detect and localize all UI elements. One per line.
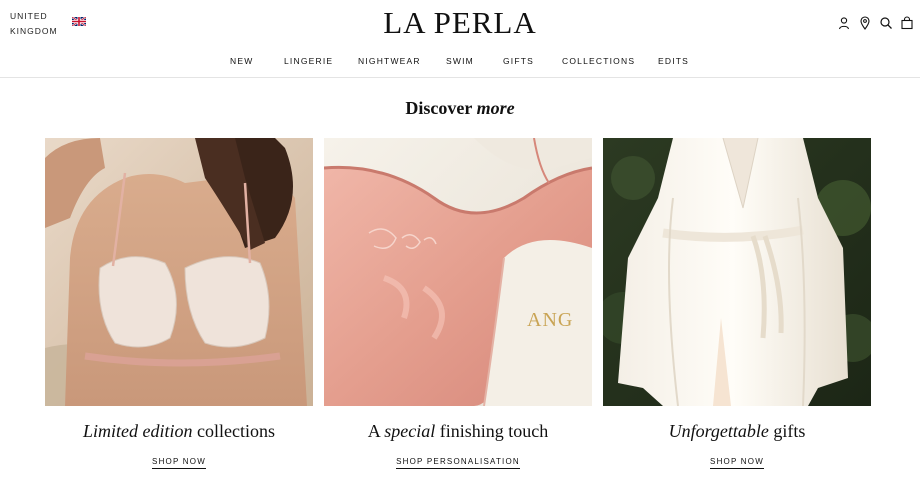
nav-item-gifts[interactable]: GIFTS	[503, 56, 534, 66]
nav-item-swim[interactable]: SWIM	[446, 56, 474, 66]
search-icon[interactable]	[879, 16, 893, 30]
section-title-plain: Discover	[405, 98, 477, 118]
card-caption-plain: collections	[192, 421, 275, 441]
section-title: Discover more	[0, 98, 920, 119]
card-caption-prefix: A	[367, 421, 385, 441]
card-caption-italic: Unforgettable	[668, 421, 769, 441]
nav-item-edits[interactable]: EDITS	[658, 56, 689, 66]
card-caption-plain: gifts	[768, 421, 806, 441]
site-header: UNITED KINGDOM LA PERLA NEW LINGERIE NIG	[0, 0, 920, 78]
silk-robe-image[interactable]	[603, 138, 871, 406]
promo-card-personalisation: ANG A special finishing touch SHOP PERSO…	[324, 138, 592, 469]
embroidery-text: ANG	[527, 309, 573, 331]
shop-personalisation-link[interactable]: SHOP PERSONALISATION	[396, 457, 520, 469]
card-caption-italic: Limited edition	[83, 421, 193, 441]
nav-item-collections[interactable]: COLLECTIONS	[562, 56, 635, 66]
card-caption-italic: special	[384, 421, 436, 441]
account-icon[interactable]	[837, 16, 851, 30]
nav-item-nightwear[interactable]: NIGHTWEAR	[358, 56, 421, 66]
shop-now-link[interactable]: SHOP NOW	[710, 457, 764, 469]
bag-icon[interactable]	[900, 16, 914, 30]
lingerie-image[interactable]	[45, 138, 313, 406]
brand-logo[interactable]: LA PERLA	[0, 4, 920, 42]
shop-now-link[interactable]: SHOP NOW	[152, 457, 206, 469]
promo-card-collections: Limited edition collections SHOP NOW	[45, 138, 313, 469]
silk-camisole-image[interactable]: ANG	[324, 138, 592, 406]
nav-item-new[interactable]: NEW	[230, 56, 253, 66]
store-locator-icon[interactable]	[858, 16, 872, 30]
promo-card-gifts: Unforgettable gifts SHOP NOW	[603, 138, 871, 469]
nav-item-lingerie[interactable]: LINGERIE	[284, 56, 333, 66]
card-caption: Unforgettable gifts	[563, 421, 911, 442]
card-caption-plain: finishing touch	[435, 421, 549, 441]
section-title-italic: more	[476, 98, 515, 118]
header-icons	[837, 16, 914, 30]
